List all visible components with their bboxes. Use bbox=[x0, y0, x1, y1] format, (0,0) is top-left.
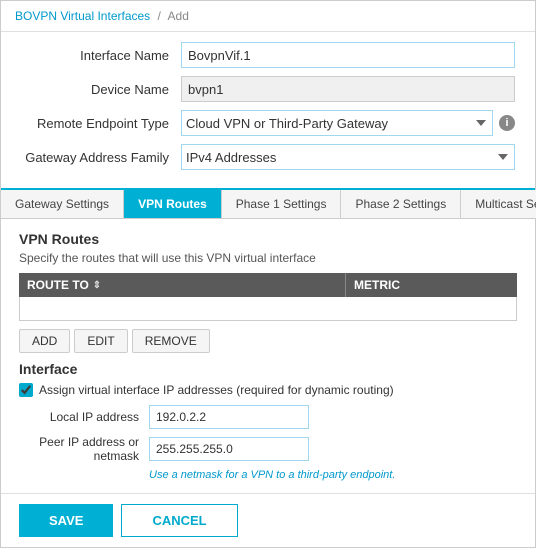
gateway-address-row: Gateway Address Family IPv4 Addresses bbox=[21, 144, 515, 170]
action-buttons: ADD EDIT REMOVE bbox=[19, 329, 517, 353]
remote-endpoint-row: Remote Endpoint Type Cloud VPN or Third-… bbox=[21, 110, 515, 136]
gateway-address-select[interactable]: IPv4 Addresses bbox=[181, 144, 515, 170]
breadcrumb-current: Add bbox=[168, 9, 189, 23]
peer-ip-input[interactable] bbox=[149, 437, 309, 461]
gateway-address-wrap: IPv4 Addresses bbox=[181, 144, 515, 170]
routes-table-body bbox=[19, 297, 517, 321]
tab-content: VPN Routes Specify the routes that will … bbox=[1, 219, 535, 493]
breadcrumb: BOVPN Virtual Interfaces / Add bbox=[1, 1, 535, 32]
device-name-row: Device Name bbox=[21, 76, 515, 102]
interface-name-input[interactable] bbox=[181, 42, 515, 68]
tab-phase1-settings[interactable]: Phase 1 Settings bbox=[222, 190, 342, 218]
device-name-label: Device Name bbox=[21, 82, 181, 97]
col-metric: METRIC bbox=[346, 273, 517, 297]
tab-vpn-routes[interactable]: VPN Routes bbox=[124, 190, 222, 218]
remote-endpoint-wrap: Cloud VPN or Third-Party Gateway i bbox=[181, 110, 515, 136]
interface-title: Interface bbox=[19, 361, 517, 377]
peer-ip-row: Peer IP address or netmask bbox=[19, 435, 517, 463]
cancel-button[interactable]: CANCEL bbox=[121, 504, 237, 537]
local-ip-input[interactable] bbox=[149, 405, 309, 429]
footer-buttons: SAVE CANCEL bbox=[1, 493, 535, 547]
add-route-button[interactable]: ADD bbox=[19, 329, 70, 353]
assign-ip-checkbox[interactable] bbox=[19, 383, 33, 397]
remote-endpoint-select[interactable]: Cloud VPN or Third-Party Gateway bbox=[181, 110, 493, 136]
hint-text: Use a netmask for a VPN to a third-party… bbox=[19, 469, 517, 481]
device-name-input[interactable] bbox=[181, 76, 515, 102]
tab-multicast-settings[interactable]: Multicast Settings bbox=[461, 190, 536, 218]
assign-ip-row: Assign virtual interface IP addresses (r… bbox=[19, 383, 517, 397]
vpn-routes-title: VPN Routes bbox=[19, 231, 517, 247]
local-ip-label: Local IP address bbox=[19, 410, 149, 424]
local-ip-row: Local IP address bbox=[19, 405, 517, 429]
interface-name-row: Interface Name bbox=[21, 42, 515, 68]
remote-endpoint-label: Remote Endpoint Type bbox=[21, 116, 181, 131]
edit-route-button[interactable]: EDIT bbox=[74, 329, 127, 353]
form-section: Interface Name Device Name Remote Endpoi… bbox=[1, 32, 535, 184]
info-icon[interactable]: i bbox=[499, 115, 515, 131]
routes-table-header: ROUTE TO ⇕ METRIC bbox=[19, 273, 517, 297]
tab-gateway-settings[interactable]: Gateway Settings bbox=[1, 190, 124, 218]
breadcrumb-separator: / bbox=[158, 9, 161, 23]
interface-name-label: Interface Name bbox=[21, 48, 181, 63]
col-route-to: ROUTE TO ⇕ bbox=[19, 273, 346, 297]
sort-icon: ⇕ bbox=[93, 280, 101, 291]
save-button[interactable]: SAVE bbox=[19, 504, 113, 537]
remove-route-button[interactable]: REMOVE bbox=[132, 329, 210, 353]
tab-phase2-settings[interactable]: Phase 2 Settings bbox=[341, 190, 461, 218]
page-container: BOVPN Virtual Interfaces / Add Interface… bbox=[0, 0, 536, 548]
gateway-address-label: Gateway Address Family bbox=[21, 150, 181, 165]
breadcrumb-parent[interactable]: BOVPN Virtual Interfaces bbox=[15, 9, 150, 23]
tabs-bar: Gateway Settings VPN Routes Phase 1 Sett… bbox=[1, 188, 535, 219]
peer-ip-label: Peer IP address or netmask bbox=[19, 435, 149, 463]
vpn-routes-desc: Specify the routes that will use this VP… bbox=[19, 251, 517, 265]
interface-section: Interface Assign virtual interface IP ad… bbox=[19, 361, 517, 481]
assign-ip-label: Assign virtual interface IP addresses (r… bbox=[39, 383, 394, 397]
